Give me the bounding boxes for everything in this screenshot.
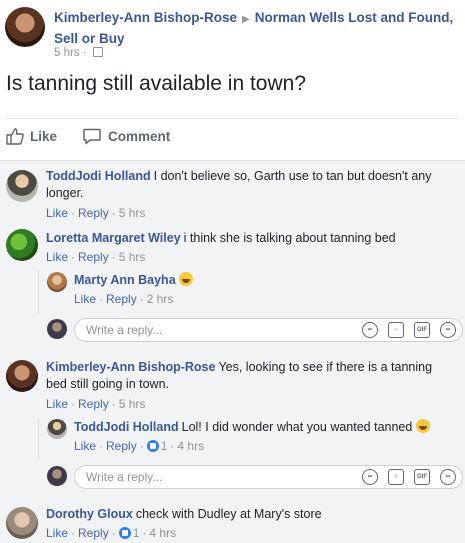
reply-like-link[interactable]: Like xyxy=(74,439,96,453)
reply-thread-line xyxy=(38,271,39,313)
comment-body: ToddJodi Holland I don't believe so, Gart… xyxy=(46,168,456,202)
post-meta: 5 hrs · xyxy=(54,47,103,59)
grinning-emoji-icon xyxy=(415,419,430,433)
like-reaction-icon[interactable] xyxy=(118,527,131,539)
like-reaction-icon[interactable] xyxy=(146,440,159,452)
comment-text: check with Dudley at Mary's store xyxy=(135,507,322,521)
reply-reply-link[interactable]: Reply xyxy=(106,439,137,453)
reply-author-name[interactable]: ToddJodi Holland xyxy=(74,420,179,434)
thumbs-up-icon xyxy=(6,128,24,145)
post-text: Is tanning still available in town? xyxy=(6,72,307,95)
reply-body: Marty Ann Bayha xyxy=(74,272,193,289)
reply-input[interactable]: Write a reply... •• ○ GIF •• xyxy=(74,318,463,342)
comment-time[interactable]: 4 hrs xyxy=(149,526,176,540)
current-user-avatar xyxy=(47,466,67,486)
reply-footer: Like · Reply · 2 hrs xyxy=(74,292,174,306)
comment-body: Dorothy Gloux check with Dudley at Mary's… xyxy=(46,506,456,523)
comment-label: Comment xyxy=(108,129,171,144)
comment-button[interactable]: Comment xyxy=(82,128,170,145)
comment-like-link[interactable]: Like xyxy=(46,250,68,264)
post-author-line: Kimberley-Ann Bishop-Rose ▶ Norman Wells L… xyxy=(54,8,454,48)
comment-footer: Like · Reply · 1 · 4 hrs xyxy=(46,526,177,540)
comment-reply-link[interactable]: Reply xyxy=(78,250,109,264)
current-user-avatar xyxy=(47,319,67,339)
post-time[interactable]: 5 hrs xyxy=(54,47,80,59)
reply-placeholder: Write a reply... xyxy=(86,323,163,337)
comment-time[interactable]: 5 hrs xyxy=(119,206,146,220)
gif-icon[interactable]: GIF xyxy=(414,469,430,485)
post-header: Kimberley-Ann Bishop-Rose ▶ Norman Wells L… xyxy=(0,0,465,70)
post-actions: Like Comment xyxy=(6,118,458,160)
reply-placeholder: Write a reply... xyxy=(86,470,163,484)
comment-bubble-icon xyxy=(83,128,101,145)
sticker-icon[interactable]: •• xyxy=(440,322,456,338)
reply-author-name[interactable]: Marty Ann Bayha xyxy=(74,273,176,287)
commenter-avatar[interactable] xyxy=(6,360,38,392)
reply-text: Lol! I did wonder what you wanted tanned xyxy=(181,420,413,434)
comments-section: ToddJodi Holland I don't believe so, Gart… xyxy=(0,160,465,543)
reply-time[interactable]: 2 hrs xyxy=(147,292,174,306)
reply-time[interactable]: 4 hrs xyxy=(177,439,204,453)
emoji-icon[interactable]: •• xyxy=(362,469,378,485)
reply-thread-line xyxy=(38,418,39,460)
comment-body: Kimberley-Ann Bishop-Rose Yes, looking to… xyxy=(46,359,456,393)
comment-time[interactable]: 5 hrs xyxy=(119,250,146,264)
comment-like-link[interactable]: Like xyxy=(46,526,68,540)
commenter-name[interactable]: ToddJodi Holland xyxy=(46,169,151,183)
like-label: Like xyxy=(30,129,58,144)
reply-input-icons: •• ○ GIF •• xyxy=(362,469,456,485)
reply-avatar[interactable] xyxy=(47,419,67,439)
reply-input-icons: •• ○ GIF •• xyxy=(362,322,456,338)
post-author-link[interactable]: Kimberley-Ann Bishop-Rose xyxy=(54,10,237,25)
commenter-avatar[interactable] xyxy=(6,170,38,202)
comment-reply-link[interactable]: Reply xyxy=(78,526,109,540)
reaction-count[interactable]: 1 xyxy=(161,439,168,453)
comment-reply-link[interactable]: Reply xyxy=(78,397,109,411)
camera-icon[interactable]: ○ xyxy=(388,322,404,338)
reply-input[interactable]: Write a reply... •• ○ GIF •• xyxy=(74,465,463,489)
comment-footer: Like · Reply · 5 hrs xyxy=(46,397,146,411)
commenter-avatar[interactable] xyxy=(6,229,38,261)
reply-body: ToddJodi Holland Lol! I did wonder what y… xyxy=(74,419,459,436)
grinning-emoji-icon xyxy=(178,272,193,286)
arrow-right-icon: ▶ xyxy=(242,14,250,25)
reply-avatar[interactable] xyxy=(47,272,67,292)
author-avatar[interactable] xyxy=(5,7,45,47)
reply-like-link[interactable]: Like xyxy=(74,292,96,306)
reply-footer: Like · Reply · 1 · 4 hrs xyxy=(74,439,205,453)
commenter-name[interactable]: Dorothy Gloux xyxy=(46,507,133,521)
commenter-avatar[interactable] xyxy=(6,507,38,539)
reaction-count[interactable]: 1 xyxy=(133,526,140,540)
reply-reply-link[interactable]: Reply xyxy=(106,292,137,306)
audience-icon[interactable] xyxy=(92,47,103,57)
comment-body: Loretta Margaret Wiley i think she is tal… xyxy=(46,230,456,247)
emoji-icon[interactable]: •• xyxy=(362,322,378,338)
comment-like-link[interactable]: Like xyxy=(46,206,68,220)
commenter-name[interactable]: Loretta Margaret Wiley xyxy=(46,231,181,245)
camera-icon[interactable]: ○ xyxy=(388,469,404,485)
comment-footer: Like · Reply · 5 hrs xyxy=(46,250,146,264)
comment-like-link[interactable]: Like xyxy=(46,397,68,411)
comment-text: i think she is talking about tanning bed xyxy=(183,231,396,245)
like-button[interactable]: Like xyxy=(6,128,57,145)
comment-reply-link[interactable]: Reply xyxy=(78,206,109,220)
comment-footer: Like · Reply · 5 hrs xyxy=(46,206,146,220)
sticker-icon[interactable]: •• xyxy=(440,469,456,485)
comment-time[interactable]: 5 hrs xyxy=(119,397,146,411)
gif-icon[interactable]: GIF xyxy=(414,322,430,338)
commenter-name[interactable]: Kimberley-Ann Bishop-Rose xyxy=(46,360,215,374)
